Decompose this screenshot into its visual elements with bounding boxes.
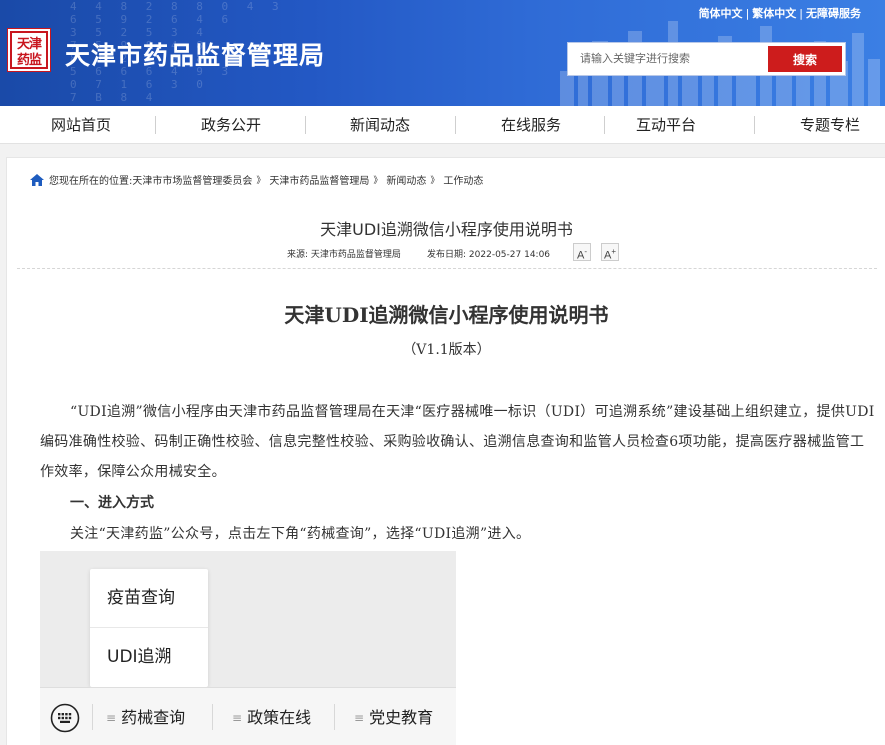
font-increase-button[interactable]: A+ [601,243,619,262]
article-panel: 您现在所在的位置: 天津市市场监督管理委员会 》 天津市药品监督管理局 》 新闻… [6,157,885,745]
menu-divider [334,704,335,730]
submenu-item-udi-trace: UDI追溯 [107,647,172,667]
menu-tab-policy-online: ≡ 政策在线 [232,708,312,727]
site-logo[interactable]: 天津 药监 [7,28,51,72]
language-links: 简体中文 | 繁体中文 | 无障碍服务 [698,7,861,20]
nav-government-affairs[interactable]: 政务公开 [156,106,306,144]
nav-online-services[interactable]: 在线服务 [456,106,606,144]
breadcrumb-prefix: 您现在所在的位置: [49,176,133,187]
nav-home[interactable]: 网站首页 [6,106,156,144]
site-title[interactable]: 天津市药品监督管理局 [65,36,325,72]
logo-seal-icon: 天津 药监 [10,31,48,69]
article-version: （V1.1版本） [402,342,491,358]
breadcrumb-separator: 》 [256,176,266,186]
article-source: 来源: 天津市药品监督管理局 [287,250,401,260]
article-heading: 天津UDI追溯微信小程序使用说明书 [284,303,609,327]
instruction-text: 关注“天津药监”公众号，点击左下角“药械查询”，选择“UDI追溯”进入。 [70,526,531,542]
svg-text:天津: 天津 [17,36,42,52]
main-nav: 网站首页 政务公开 新闻动态 在线服务 互动平台 专题专栏 [0,106,885,144]
home-icon[interactable] [29,173,45,187]
menu-divider [92,704,93,730]
search-box: 搜索 [567,42,846,76]
breadcrumb-separator: 》 [430,176,440,186]
article-title: 天津UDI追溯微信小程序使用说明书 [320,220,573,239]
menu-tab-party-history: ≡ 党史教育 [354,708,434,727]
nav-news[interactable]: 新闻动态 [305,106,455,144]
breadcrumb-item[interactable]: 新闻动态 [386,172,426,187]
breadcrumb-item[interactable]: 工作动态 [443,172,483,187]
menu-tab-drug-query: ≡ 药械查询 [106,708,186,727]
title-divider [17,268,877,269]
section-title: 一、进入方式 [70,495,154,511]
font-decrease-button[interactable]: A- [573,243,591,262]
breadcrumb-item[interactable]: 天津市药品监督管理局 [269,172,369,187]
search-input[interactable] [568,43,768,75]
wechat-menu-bar: ≡ 药械查询 ≡ 政策在线 ≡ 党史教育 [40,687,456,745]
search-button[interactable]: 搜索 [768,46,842,72]
menu-lines-icon: ≡ [354,711,365,725]
article-paragraph: “UDI追溯”微信小程序由天津市药品监督管理局在天津“医疗器械唯一标识（UDI）… [40,404,875,480]
lang-simplified-link[interactable]: 简体中文 [699,7,743,20]
breadcrumb-separator: 》 [373,176,383,186]
accessibility-link[interactable]: 无障碍服务 [806,7,861,20]
wechat-menu-screenshot: 疫苗查询 UDI追溯 ≡ 药械查询 ≡ 政策在线 ≡ 党史教育 [40,551,456,745]
breadcrumb: 您现在所在的位置: 天津市市场监督管理委员会 》 天津市药品监督管理局 》 新闻… [29,172,483,187]
keyboard-icon [50,703,80,733]
nav-special-topics[interactable]: 专题专栏 [755,106,885,144]
lang-traditional-link[interactable]: 繁体中文 [752,7,796,20]
submenu-item-vaccine-query: 疫苗查询 [107,588,175,608]
article-date: 发布日期: 2022-05-27 14:06 [427,250,551,260]
breadcrumb-item[interactable]: 天津市市场监督管理委员会 [132,172,252,187]
menu-lines-icon: ≡ [232,711,243,725]
submenu-popup: 疫苗查询 UDI追溯 [90,569,208,687]
menu-divider [212,704,213,730]
nav-interaction[interactable]: 互动平台 [591,106,741,144]
article-meta: 来源: 天津市药品监督管理局 发布日期: 2022-05-27 14:06 A-… [7,243,885,263]
svg-text:药监: 药监 [17,52,42,68]
menu-lines-icon: ≡ [106,711,117,725]
site-header: 4 4 8 2 8 8 0 4 3 6 5 9 2 6 4 6 3 5 2 5 … [0,0,885,106]
